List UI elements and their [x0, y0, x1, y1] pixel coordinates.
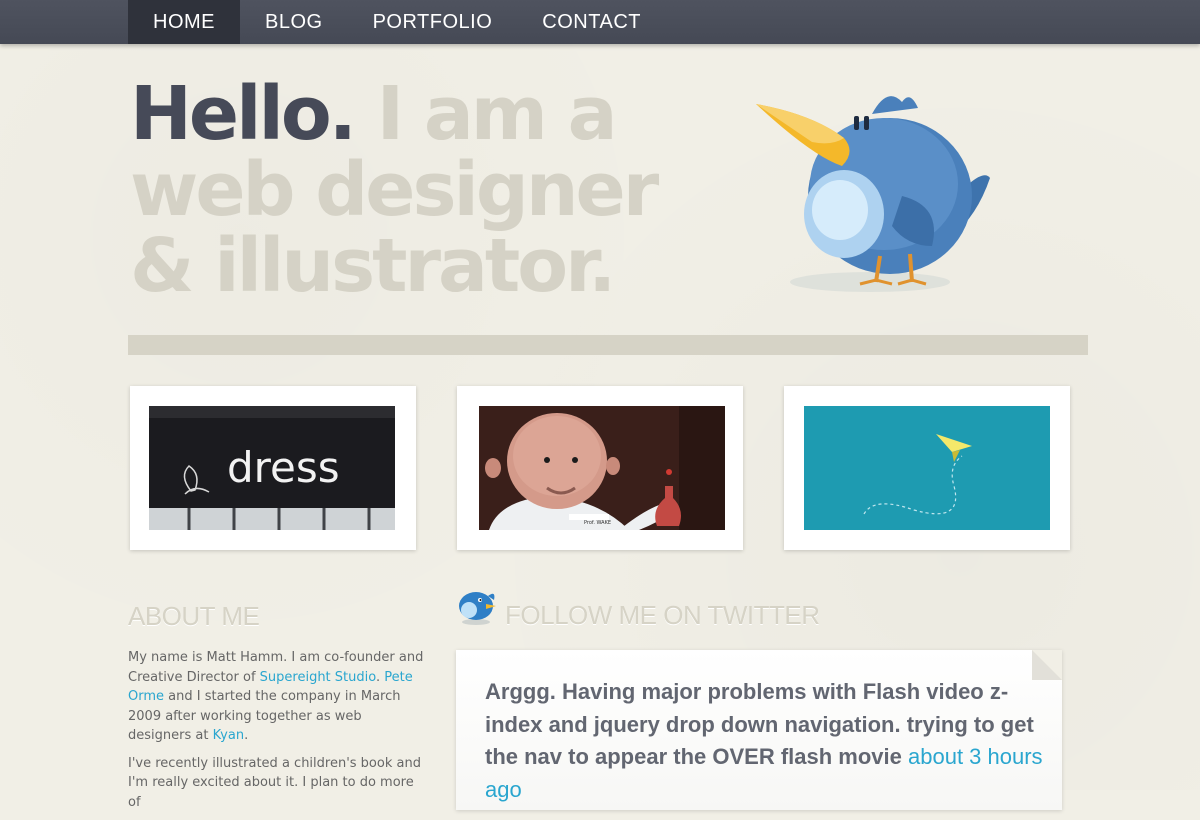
about-paragraph-1: My name is Matt Hamm. I am co-founder an…: [128, 648, 428, 746]
about-p1-text-d: .: [244, 728, 249, 743]
hero-line-3: & illustrator.: [130, 223, 616, 309]
about-p1-text-b: .: [375, 669, 385, 685]
nav-item-home[interactable]: HOME: [128, 0, 240, 44]
dress-shop-image: dress: [149, 406, 395, 530]
professor-illustration: Prof. WAKE: [479, 406, 725, 530]
about-p1-text-c: and I started the company in March 2009 …: [128, 689, 401, 743]
nav-item-contact[interactable]: CONTACT: [517, 0, 666, 44]
twitter-bird-icon: [459, 592, 496, 625]
hero-line-1-rest: I am a: [376, 71, 618, 157]
about-text: My name is Matt Hamm. I am co-founder an…: [128, 648, 428, 820]
paper-plane-image: [804, 406, 1050, 530]
portfolio-thumb-professor[interactable]: Prof. WAKE: [457, 386, 743, 550]
divider-bar: [128, 335, 1088, 355]
dress-sign-text: dress: [227, 443, 340, 492]
nav-item-blog[interactable]: BLOG: [240, 0, 348, 44]
about-paragraph-2: I've recently illustrated a children's b…: [128, 755, 421, 810]
hero-line-1: Hello. I am a: [130, 76, 690, 152]
about-title: ABOUT ME: [128, 601, 260, 631]
coat-label-text: Prof. WAKE: [584, 520, 611, 526]
twitter-title: FOLLOW ME ON TWITTER: [505, 600, 820, 630]
nav-item-portfolio[interactable]: PORTFOLIO: [348, 0, 518, 44]
portfolio-thumb-dress[interactable]: dress: [130, 386, 416, 550]
hero-line-2: web designer: [130, 147, 659, 233]
nav-menu: HOME BLOG PORTFOLIO CONTACT: [128, 0, 666, 44]
kyan-link[interactable]: Kyan: [213, 728, 244, 743]
tweet-card: Arggg. Having major problems with Flash …: [456, 650, 1062, 810]
hero-hello: Hello.: [130, 71, 357, 157]
tweet-content: Arggg. Having major problems with Flash …: [485, 676, 1045, 806]
hero-heading: Hello. I am a web designer & illustrator…: [130, 76, 690, 304]
top-navigation: HOME BLOG PORTFOLIO CONTACT: [0, 0, 1200, 44]
portfolio-thumb-paper-plane[interactable]: [784, 386, 1070, 550]
bird-illustration: [756, 96, 990, 292]
supereight-studio-link[interactable]: Supereight Studio: [260, 670, 376, 685]
